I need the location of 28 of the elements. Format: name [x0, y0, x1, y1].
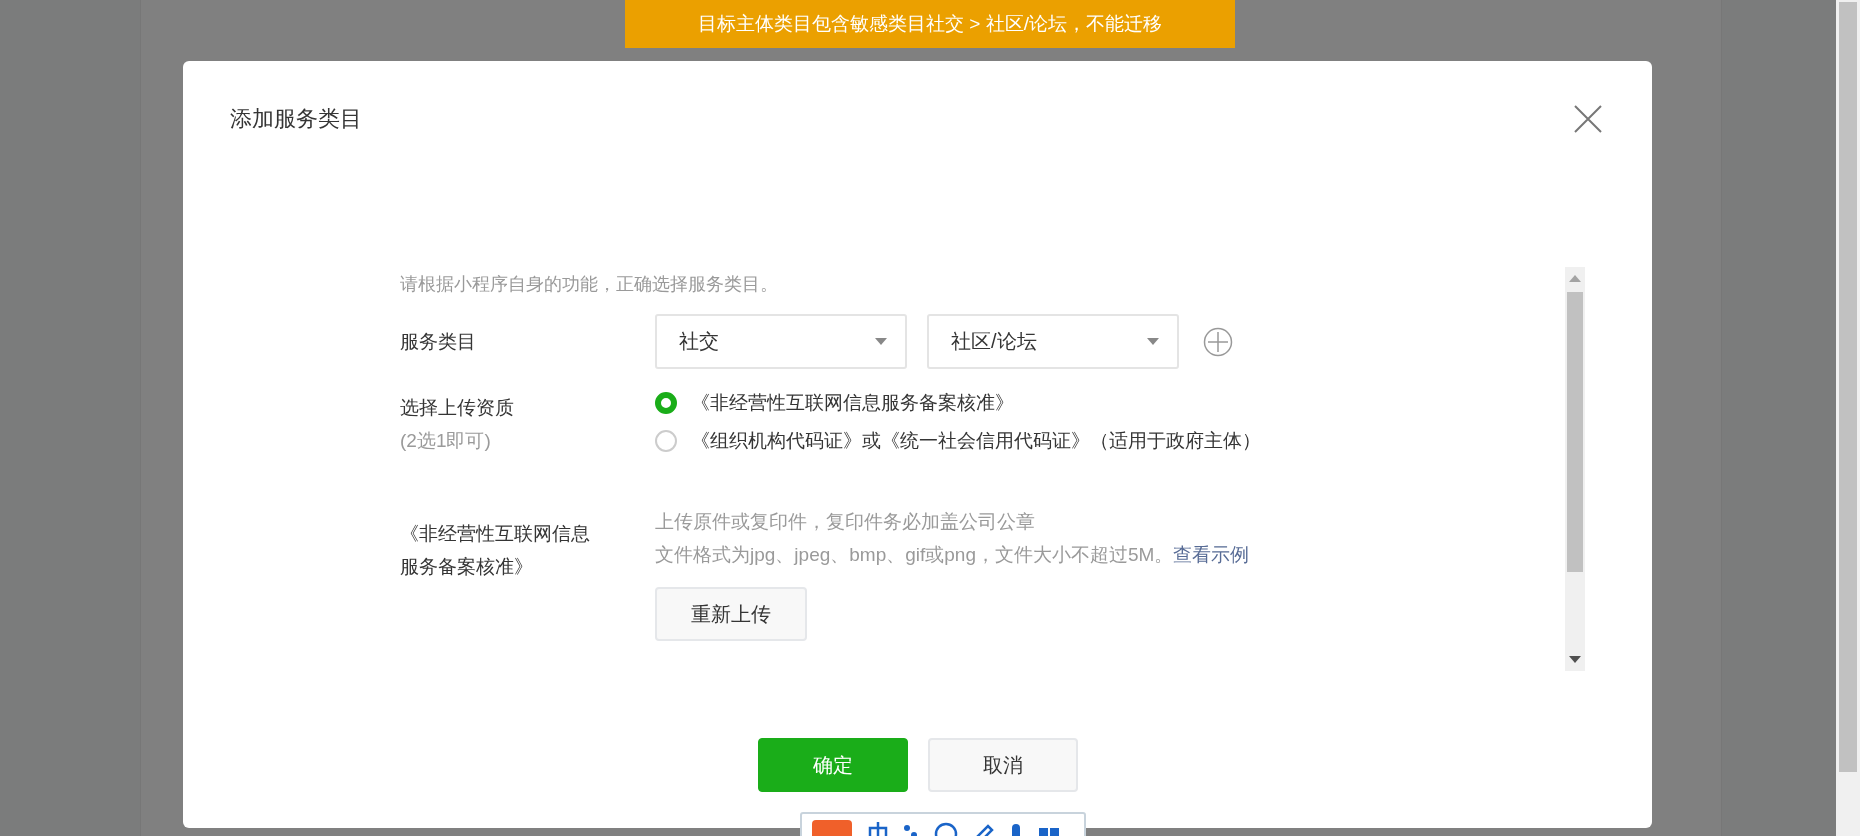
radio-button[interactable]	[655, 392, 677, 414]
radio-button[interactable]	[655, 430, 677, 452]
dialog-title: 添加服务类目	[230, 105, 362, 133]
qualification-option[interactable]: 《非经营性互联网信息服务备案核准》	[655, 387, 1261, 419]
reupload-button[interactable]: 重新上传	[655, 587, 807, 641]
field-label: 选择上传资质	[400, 396, 515, 420]
category-select[interactable]: 社区/论坛	[927, 314, 1179, 369]
format-note: 文件格式为jpg、jpeg、bmp、gif或png，文件大小不超过5M。	[655, 544, 1174, 565]
warning-banner: 目标主体类目包含敏感类目社交 > 社区/论坛，不能迁移	[625, 0, 1235, 48]
field-label: 《非经营性互联网信息	[400, 522, 591, 546]
add-icon[interactable]	[1203, 326, 1233, 357]
option-text: 《非经营性互联网信息服务备案核准》	[691, 391, 1014, 415]
qualification-option[interactable]: 《组织机构代码证》或《统一社会信用代码证》（适用于政府主体）	[655, 425, 1261, 457]
cancel-button[interactable]: 取消	[927, 738, 1078, 792]
close-icon[interactable]	[1574, 105, 1602, 133]
option-text: 《组织机构代码证》或《统一社会信用代码证》（适用于政府主体）	[691, 429, 1261, 453]
scroll-down-icon[interactable]	[1569, 656, 1581, 663]
upload-note: 上传原件或复印件，复印件务必加盖公司公章	[655, 510, 1036, 534]
hint-text: 请根据小程序自身的功能，正确选择服务类目。	[400, 273, 779, 296]
field-label: 服务类目	[400, 330, 477, 354]
category-select[interactable]: 社交	[655, 314, 907, 369]
dropdown-caret-icon	[875, 338, 887, 345]
field-label: 服务备案核准》	[400, 555, 534, 579]
field-sublabel: (2选1即可)	[400, 429, 492, 453]
dropdown-caret-icon	[1147, 338, 1159, 345]
scrollbar[interactable]	[1565, 267, 1585, 671]
page-scrollbar[interactable]	[1836, 0, 1860, 836]
example-link[interactable]: 查看示例	[1173, 544, 1250, 565]
